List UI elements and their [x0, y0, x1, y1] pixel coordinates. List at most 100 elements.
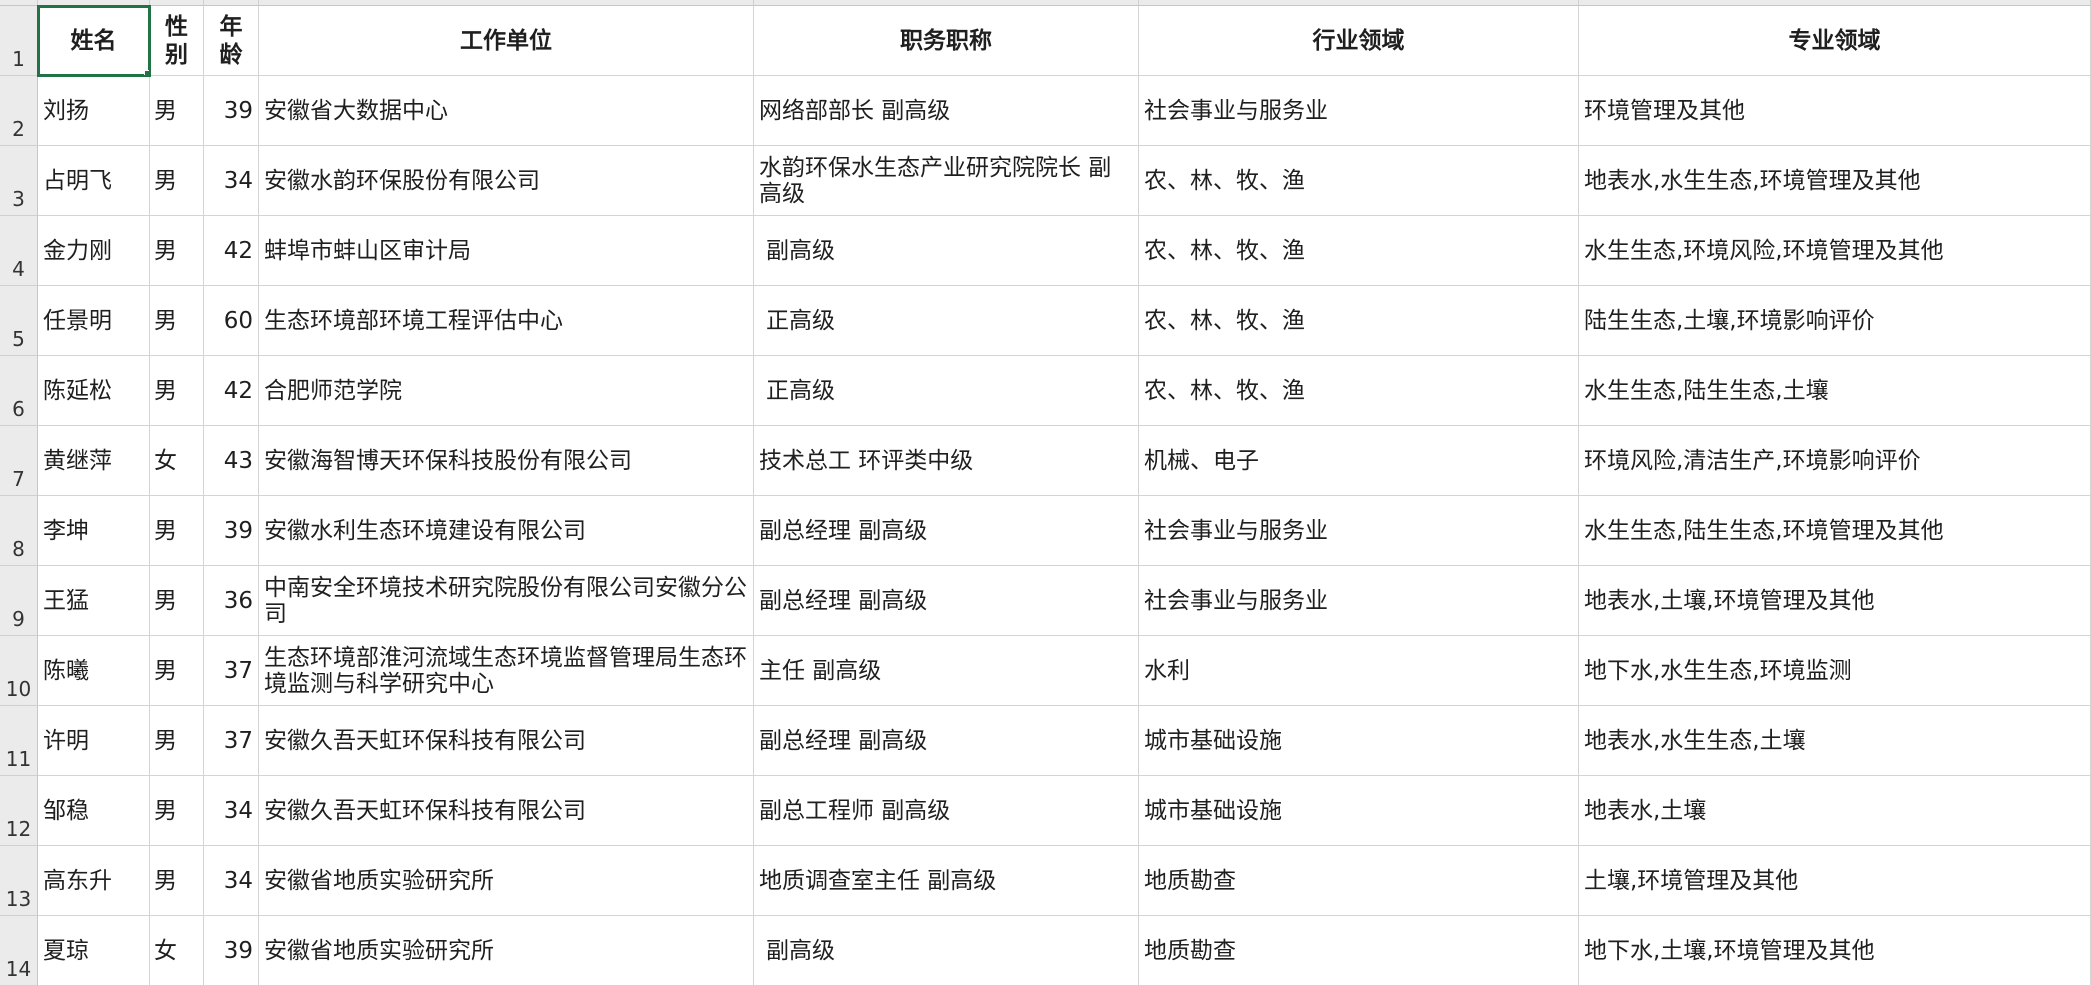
specialty-cell[interactable]: 地表水,土壤 [1579, 776, 2091, 846]
gender-cell[interactable]: 男 [150, 566, 204, 636]
age-cell[interactable]: 37 [204, 636, 259, 706]
age-cell[interactable]: 60 [204, 286, 259, 356]
employer-cell[interactable]: 生态环境部环境工程评估中心 [259, 286, 754, 356]
name-cell[interactable]: 黄继萍 [38, 426, 150, 496]
name-cell[interactable]: 夏琼 [38, 916, 150, 986]
column-title-specialty[interactable]: 专业领域 [1579, 6, 2091, 76]
employer-cell[interactable]: 安徽久吾天虹环保科技有限公司 [259, 706, 754, 776]
industry-cell[interactable]: 农、林、牧、渔 [1139, 146, 1579, 216]
name-cell[interactable]: 高东升 [38, 846, 150, 916]
age-cell[interactable]: 42 [204, 216, 259, 286]
position-cell[interactable]: 正高级 [754, 286, 1139, 356]
gender-cell[interactable]: 男 [150, 776, 204, 846]
row-number[interactable]: 9 [0, 566, 38, 636]
row-number[interactable]: 1 [0, 6, 38, 76]
position-cell[interactable]: 副总经理 副高级 [754, 706, 1139, 776]
specialty-cell[interactable]: 地表水,水生生态,土壤 [1579, 706, 2091, 776]
age-cell[interactable]: 34 [204, 146, 259, 216]
employer-cell[interactable]: 蚌埠市蚌山区审计局 [259, 216, 754, 286]
row-number[interactable]: 8 [0, 496, 38, 566]
name-cell[interactable]: 陈延松 [38, 356, 150, 426]
industry-cell[interactable]: 地质勘查 [1139, 916, 1579, 986]
gender-cell[interactable]: 男 [150, 146, 204, 216]
industry-cell[interactable]: 社会事业与服务业 [1139, 496, 1579, 566]
specialty-cell[interactable]: 土壤,环境管理及其他 [1579, 846, 2091, 916]
column-title-gender[interactable]: 性别 [150, 6, 204, 76]
industry-cell[interactable]: 农、林、牧、渔 [1139, 356, 1579, 426]
specialty-cell[interactable]: 环境管理及其他 [1579, 76, 2091, 146]
gender-cell[interactable]: 女 [150, 916, 204, 986]
industry-cell[interactable]: 农、林、牧、渔 [1139, 286, 1579, 356]
position-cell[interactable]: 副总经理 副高级 [754, 496, 1139, 566]
age-cell[interactable]: 43 [204, 426, 259, 496]
name-cell[interactable]: 许明 [38, 706, 150, 776]
row-number[interactable]: 3 [0, 146, 38, 216]
specialty-cell[interactable]: 环境风险,清洁生产,环境影响评价 [1579, 426, 2091, 496]
row-number[interactable]: 4 [0, 216, 38, 286]
row-number[interactable]: 13 [0, 846, 38, 916]
position-cell[interactable]: 地质调查室主任 副高级 [754, 846, 1139, 916]
position-cell[interactable]: 网络部部长 副高级 [754, 76, 1139, 146]
name-cell[interactable]: 任景明 [38, 286, 150, 356]
industry-cell[interactable]: 农、林、牧、渔 [1139, 216, 1579, 286]
position-cell[interactable]: 副总经理 副高级 [754, 566, 1139, 636]
age-cell[interactable]: 34 [204, 846, 259, 916]
position-cell[interactable]: 技术总工 环评类中级 [754, 426, 1139, 496]
employer-cell[interactable]: 安徽水利生态环境建设有限公司 [259, 496, 754, 566]
specialty-cell[interactable]: 地下水,水生生态,环境监测 [1579, 636, 2091, 706]
row-number[interactable]: 6 [0, 356, 38, 426]
gender-cell[interactable]: 男 [150, 356, 204, 426]
age-cell[interactable]: 39 [204, 496, 259, 566]
employer-cell[interactable]: 安徽水韵环保股份有限公司 [259, 146, 754, 216]
position-cell[interactable]: 正高级 [754, 356, 1139, 426]
gender-cell[interactable]: 男 [150, 496, 204, 566]
position-cell[interactable]: 主任 副高级 [754, 636, 1139, 706]
age-cell[interactable]: 39 [204, 916, 259, 986]
employer-cell[interactable]: 中南安全环境技术研究院股份有限公司安徽分公司 [259, 566, 754, 636]
specialty-cell[interactable]: 地表水,土壤,环境管理及其他 [1579, 566, 2091, 636]
column-title-industry[interactable]: 行业领域 [1139, 6, 1579, 76]
row-number[interactable]: 2 [0, 76, 38, 146]
industry-cell[interactable]: 社会事业与服务业 [1139, 76, 1579, 146]
employer-cell[interactable]: 安徽省地质实验研究所 [259, 916, 754, 986]
position-cell[interactable]: 副高级 [754, 216, 1139, 286]
name-cell[interactable]: 王猛 [38, 566, 150, 636]
specialty-cell[interactable]: 水生生态,环境风险,环境管理及其他 [1579, 216, 2091, 286]
row-number[interactable]: 12 [0, 776, 38, 846]
gender-cell[interactable]: 男 [150, 216, 204, 286]
row-number[interactable]: 14 [0, 916, 38, 986]
column-title-position[interactable]: 职务职称 [754, 6, 1139, 76]
industry-cell[interactable]: 城市基础设施 [1139, 776, 1579, 846]
industry-cell[interactable]: 机械、电子 [1139, 426, 1579, 496]
age-cell[interactable]: 39 [204, 76, 259, 146]
employer-cell[interactable]: 安徽海智博天环保科技股份有限公司 [259, 426, 754, 496]
row-number[interactable]: 7 [0, 426, 38, 496]
age-cell[interactable]: 34 [204, 776, 259, 846]
gender-cell[interactable]: 女 [150, 426, 204, 496]
position-cell[interactable]: 水韵环保水生态产业研究院院长 副高级 [754, 146, 1139, 216]
employer-cell[interactable]: 安徽省大数据中心 [259, 76, 754, 146]
name-cell[interactable]: 陈曦 [38, 636, 150, 706]
gender-cell[interactable]: 男 [150, 286, 204, 356]
name-cell[interactable]: 邹稳 [38, 776, 150, 846]
column-title-name[interactable]: 姓名 [37, 5, 151, 77]
employer-cell[interactable]: 安徽久吾天虹环保科技有限公司 [259, 776, 754, 846]
industry-cell[interactable]: 水利 [1139, 636, 1579, 706]
name-cell[interactable]: 金力刚 [38, 216, 150, 286]
specialty-cell[interactable]: 地下水,土壤,环境管理及其他 [1579, 916, 2091, 986]
age-cell[interactable]: 42 [204, 356, 259, 426]
gender-cell[interactable]: 男 [150, 846, 204, 916]
industry-cell[interactable]: 城市基础设施 [1139, 706, 1579, 776]
employer-cell[interactable]: 生态环境部淮河流域生态环境监督管理局生态环境监测与科学研究中心 [259, 636, 754, 706]
name-cell[interactable]: 刘扬 [38, 76, 150, 146]
position-cell[interactable]: 副高级 [754, 916, 1139, 986]
column-title-age[interactable]: 年龄 [204, 6, 259, 76]
industry-cell[interactable]: 社会事业与服务业 [1139, 566, 1579, 636]
specialty-cell[interactable]: 陆生生态,土壤,环境影响评价 [1579, 286, 2091, 356]
specialty-cell[interactable]: 水生生态,陆生生态,土壤 [1579, 356, 2091, 426]
employer-cell[interactable]: 安徽省地质实验研究所 [259, 846, 754, 916]
employer-cell[interactable]: 合肥师范学院 [259, 356, 754, 426]
name-cell[interactable]: 李坤 [38, 496, 150, 566]
row-number[interactable]: 11 [0, 706, 38, 776]
gender-cell[interactable]: 男 [150, 706, 204, 776]
